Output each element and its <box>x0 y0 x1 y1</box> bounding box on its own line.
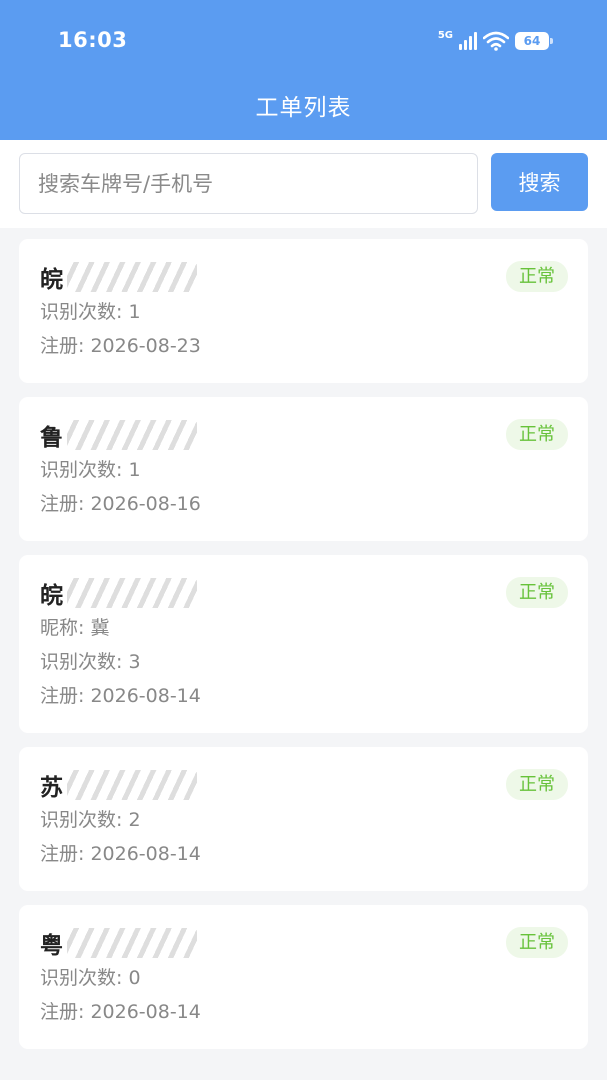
recognition-count: 识别次数: 1 <box>40 459 141 481</box>
search-button[interactable]: 搜索 <box>491 153 588 211</box>
app-screen: 16:03 5G 64 工单列表 搜索 皖正常识别次数: 1注册: 2026-0… <box>0 0 607 1080</box>
nickname-line: 昵称: 冀 <box>40 617 110 639</box>
network-label: 5G <box>437 29 453 41</box>
status-badge: 正常 <box>506 577 568 608</box>
work-order-card[interactable]: 皖 正常昵称: 冀识别次数: 3 注册: 2026-08-14 <box>19 555 588 733</box>
plate-redaction <box>67 420 197 450</box>
search-bar: 搜索 <box>0 140 607 228</box>
app-header: 16:03 5G 64 工单列表 <box>0 0 607 140</box>
page-title: 工单列表 <box>255 95 352 121</box>
register-date: 注册: 2026-08-23 <box>40 335 201 357</box>
plate-prefix: 皖 <box>40 583 63 609</box>
plate-redaction <box>67 928 197 958</box>
plate-prefix: 鲁 <box>40 425 63 451</box>
work-order-card[interactable]: 粤 正常识别次数: 0 注册: 2026-08-14 <box>19 905 588 1049</box>
work-order-card[interactable]: 苏 正常识别次数: 2 注册: 2026-08-14 <box>19 747 588 891</box>
register-date: 注册: 2026-08-14 <box>40 685 201 707</box>
plate-number: 皖 <box>40 259 567 295</box>
plate-prefix: 苏 <box>40 775 63 801</box>
plate-number: 粤 <box>40 925 567 961</box>
wifi-icon <box>483 31 509 51</box>
plate-redaction <box>67 578 197 608</box>
battery-icon: 64 <box>515 32 553 50</box>
status-badge: 正常 <box>506 769 568 800</box>
signal-icon <box>459 32 477 50</box>
register-date: 注册: 2026-08-16 <box>40 493 201 515</box>
register-date: 注册: 2026-08-14 <box>40 1001 201 1023</box>
plate-prefix: 皖 <box>40 267 63 293</box>
plate-redaction <box>67 770 197 800</box>
search-input[interactable] <box>19 153 478 214</box>
status-icons: 5G 64 <box>437 28 553 54</box>
plate-number: 皖 <box>40 575 567 611</box>
work-order-card[interactable]: 皖 正常识别次数: 1 注册: 2026-08-23 <box>19 239 588 383</box>
recognition-count: 识别次数: 0 <box>40 967 141 989</box>
recognition-count: 识别次数: 3 <box>40 651 141 673</box>
work-order-card[interactable]: 鲁 正常识别次数: 1 注册: 2026-08-16 <box>19 397 588 541</box>
plate-redaction <box>67 262 197 292</box>
plate-number: 苏 <box>40 767 567 803</box>
status-badge: 正常 <box>506 927 568 958</box>
status-time: 16:03 <box>58 28 128 52</box>
register-date: 注册: 2026-08-14 <box>40 843 201 865</box>
status-badge: 正常 <box>506 261 568 292</box>
status-badge: 正常 <box>506 419 568 450</box>
plate-prefix: 粤 <box>40 933 63 959</box>
plate-number: 鲁 <box>40 417 567 453</box>
recognition-count: 识别次数: 2 <box>40 809 141 831</box>
recognition-count: 识别次数: 1 <box>40 301 141 323</box>
work-order-list: 皖正常 识别次数: 1 注册: 2026-08-23 鲁正常 识别次数: 1 注册: 20… <box>19 239 588 1063</box>
